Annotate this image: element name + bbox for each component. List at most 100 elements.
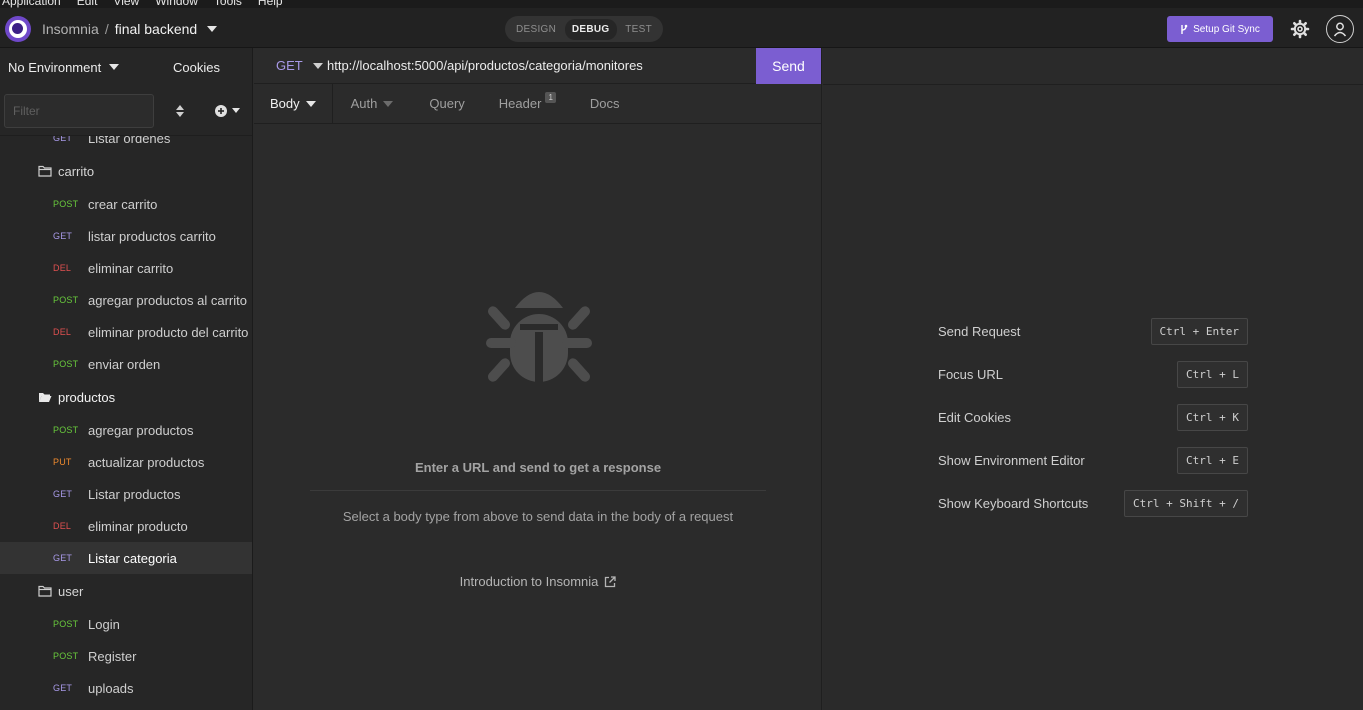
shortcut-label: Show Environment Editor xyxy=(938,453,1085,468)
mode-debug[interactable]: DEBUG xyxy=(564,18,617,40)
method-badge: DEL xyxy=(53,521,72,531)
sidebar-request-item[interactable]: GET Listar ordenes xyxy=(0,136,252,154)
introduction-link[interactable]: Introduction to Insomnia xyxy=(254,574,822,589)
cookies-button[interactable]: Cookies xyxy=(173,60,220,75)
chevron-down-icon[interactable] xyxy=(207,26,218,32)
divider xyxy=(310,490,766,491)
os-menu-edit[interactable]: Edit xyxy=(77,0,98,8)
sidebar-request-item[interactable]: DEL eliminar producto del carrito xyxy=(0,316,252,348)
sidebar-request-item[interactable]: POST Login xyxy=(0,608,252,640)
workspace-name[interactable]: final backend xyxy=(115,21,198,37)
shortcut-keys: Ctrl + L xyxy=(1177,361,1248,388)
method-badge: POST xyxy=(53,295,79,305)
bug-icon xyxy=(480,278,598,396)
request-name: Listar ordenes xyxy=(88,136,171,146)
sidebar-request-item[interactable]: POST Register xyxy=(0,640,252,672)
os-menu-view[interactable]: View xyxy=(113,0,139,8)
folder-label: user xyxy=(58,583,84,599)
tab-body[interactable]: Body xyxy=(254,84,333,123)
method-badge: GET xyxy=(53,231,73,241)
insomnia-logo-icon[interactable] xyxy=(5,16,31,42)
filter-input[interactable] xyxy=(4,93,154,128)
gear-icon xyxy=(1290,19,1310,39)
tab-header[interactable]: Header 1 xyxy=(481,84,572,123)
setup-git-sync-label: Setup Git Sync xyxy=(1193,23,1260,35)
folder-carrito[interactable]: carrito xyxy=(0,154,252,188)
sidebar-request-item[interactable]: DEL eliminar producto xyxy=(0,510,252,542)
sidebar-request-item[interactable]: GET Listar productos xyxy=(0,478,252,510)
app-header: Insomnia / final backend DESIGN DEBUG TE… xyxy=(0,8,1363,48)
shortcut-label: Edit Cookies xyxy=(938,410,1011,425)
os-menu-help[interactable]: Help xyxy=(258,0,283,8)
tab-query[interactable]: Query xyxy=(409,84,480,123)
shortcut-keys: Ctrl + Shift + / xyxy=(1124,490,1248,517)
sidebar-request-item[interactable]: POST agregar productos xyxy=(0,414,252,446)
tab-auth[interactable]: Auth xyxy=(333,84,410,123)
mode-test[interactable]: TEST xyxy=(618,19,659,40)
method-badge: POST xyxy=(53,199,79,209)
url-input[interactable]: http://localhost:5000/api/productos/cate… xyxy=(322,58,756,73)
method-selector[interactable]: GET xyxy=(254,58,323,73)
tab-query-label: Query xyxy=(429,96,465,111)
shortcut-row: Show Keyboard Shortcuts Ctrl + Shift + / xyxy=(938,482,1248,525)
chevron-down-icon xyxy=(383,100,394,107)
method-badge: DEL xyxy=(53,327,72,337)
sidebar-request-item[interactable]: POST crear carrito xyxy=(0,188,252,220)
sort-button[interactable] xyxy=(164,96,196,126)
method-badge: POST xyxy=(53,425,79,435)
tab-docs[interactable]: Docs xyxy=(572,84,636,123)
os-menu-application[interactable]: Application xyxy=(2,0,61,8)
mode-design[interactable]: DESIGN xyxy=(509,19,563,40)
header-count-badge: 1 xyxy=(545,92,556,103)
method-label: GET xyxy=(276,58,303,73)
tab-header-label: Header xyxy=(498,96,542,111)
os-menu-window[interactable]: Window xyxy=(155,0,198,8)
breadcrumb-separator: / xyxy=(104,21,109,37)
breadcrumb: Insomnia / final backend xyxy=(42,21,218,37)
tab-auth-label: Auth xyxy=(350,96,378,111)
shortcut-keys: Ctrl + E xyxy=(1177,447,1248,474)
folder-icon xyxy=(38,165,52,177)
request-name: agregar productos al carrito xyxy=(88,292,247,308)
request-name: eliminar carrito xyxy=(88,260,174,276)
shortcut-keys: Ctrl + Enter xyxy=(1150,318,1248,345)
sidebar-request-item[interactable]: POST agregar productos al carrito xyxy=(0,284,252,316)
send-button[interactable]: Send xyxy=(756,47,821,84)
git-branch-icon xyxy=(1181,24,1188,34)
request-name: uploads xyxy=(88,680,134,696)
settings-button[interactable] xyxy=(1286,15,1314,43)
sidebar-request-item[interactable]: GET Listar categoria xyxy=(0,542,252,574)
folder-user[interactable]: user xyxy=(0,574,252,608)
sidebar-request-item[interactable]: DEL eliminar carrito xyxy=(0,252,252,284)
sidebar-request-item[interactable]: PUT actualizar productos xyxy=(0,446,252,478)
os-menu-tools[interactable]: Tools xyxy=(214,0,242,8)
environment-selector[interactable]: No Environment xyxy=(8,60,120,75)
setup-git-sync-button[interactable]: Setup Git Sync xyxy=(1167,16,1273,42)
request-name: Listar productos xyxy=(88,486,181,502)
breadcrumb-app[interactable]: Insomnia xyxy=(42,21,99,37)
response-header xyxy=(823,48,1363,85)
shortcut-row: Edit Cookies Ctrl + K xyxy=(938,396,1248,439)
add-request-button[interactable] xyxy=(206,96,248,126)
sidebar-request-item[interactable]: GET uploads xyxy=(0,672,252,704)
empty-state-title: Enter a URL and send to get a response xyxy=(414,460,662,475)
request-name: listar productos carrito xyxy=(88,228,216,244)
sidebar-request-item[interactable]: GET listar productos carrito xyxy=(0,220,252,252)
folder-icon xyxy=(38,585,52,597)
chevron-down-icon xyxy=(231,108,240,113)
sidebar-request-item[interactable]: POST enviar orden xyxy=(0,348,252,380)
empty-state-hint: Select a body type from above to send da… xyxy=(342,509,734,524)
folder-label: productos xyxy=(58,389,116,405)
account-button[interactable] xyxy=(1326,15,1354,43)
shortcut-keys: Ctrl + K xyxy=(1177,404,1248,431)
sort-icon xyxy=(176,104,185,117)
chevron-down-icon xyxy=(305,100,316,107)
request-name: enviar orden xyxy=(88,356,161,372)
shortcut-list: Send Request Ctrl + Enter Focus URL Ctrl + … xyxy=(938,310,1248,525)
folder-label: carrito xyxy=(58,163,95,179)
method-badge: POST xyxy=(53,619,79,629)
request-name: agregar productos xyxy=(88,422,194,438)
request-tree-list: GET Listar ordenes carrito POST crear carrit… xyxy=(0,136,252,704)
url-bar: GET http://localhost:5000/api/productos/… xyxy=(254,47,821,84)
folder-productos[interactable]: productos xyxy=(0,380,252,414)
